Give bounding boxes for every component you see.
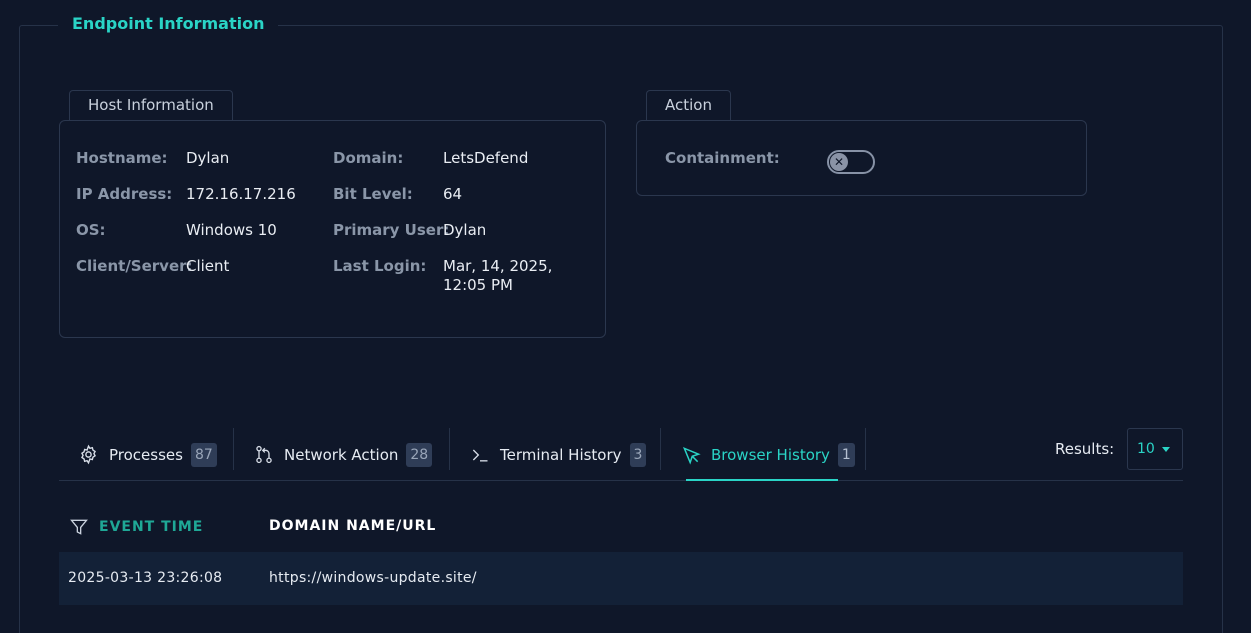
os-label: OS:: [76, 221, 106, 239]
count-badge: 3: [629, 442, 647, 467]
tab-divider: [233, 428, 234, 470]
results-per-page-select[interactable]: 10: [1127, 428, 1183, 470]
url-cell: https://windows-update.site/: [269, 570, 477, 586]
tab-label: Browser History: [711, 445, 830, 464]
results-label: Results:: [1055, 440, 1115, 458]
count-badge: 28: [406, 442, 433, 467]
results-value: 10: [1137, 441, 1155, 457]
tab-divider: [660, 428, 661, 470]
containment-label: Containment:: [665, 149, 780, 167]
tab-divider: [865, 428, 866, 470]
event-time-cell: 2025-03-13 23:26:08: [68, 570, 223, 586]
containment-toggle[interactable]: ✕: [827, 150, 875, 174]
ip-address-value: 172.16.17.216: [186, 185, 296, 203]
gear-icon: [81, 444, 96, 465]
tab-label: Processes: [109, 445, 183, 464]
action-panel: Containment: ✕: [636, 120, 1087, 196]
bit-level-label: Bit Level:: [333, 185, 413, 203]
filter-icon[interactable]: [69, 517, 89, 537]
client-server-value: Client: [186, 257, 230, 275]
table-row[interactable]: 2025-03-13 23:26:08 https://windows-upda…: [59, 552, 1183, 605]
column-label: EVENT TIME: [99, 519, 204, 535]
caret-down-icon: [1162, 447, 1170, 452]
tab-label: Network Action: [284, 445, 399, 464]
last-login-value: Mar, 14, 2025, 12:05 PM: [443, 257, 553, 294]
cursor-icon: [682, 446, 701, 465]
activity-tabs: Processes 87 Network Action 28 Terminal …: [59, 428, 1183, 481]
action-tab: Action: [646, 90, 731, 120]
domain-label: Domain:: [333, 149, 404, 167]
tab-label: Terminal History: [500, 445, 622, 464]
last-login-label: Last Login:: [333, 257, 427, 275]
ip-address-label: IP Address:: [76, 185, 173, 203]
domain-url-column-header: DOMAIN NAME/URL: [269, 518, 437, 534]
table-header: EVENT TIME DOMAIN NAME/URL: [59, 505, 1183, 547]
section-title: Endpoint Information: [58, 13, 279, 35]
hostname-label: Hostname:: [76, 149, 168, 167]
primary-user-label: Primary User:: [333, 221, 450, 239]
primary-user-value: Dylan: [443, 221, 487, 239]
tab-terminal-history[interactable]: Terminal History 3: [470, 428, 647, 481]
bit-level-value: 64: [443, 185, 463, 203]
count-badge: 1: [837, 442, 855, 467]
tab-processes[interactable]: Processes 87: [78, 428, 217, 481]
client-server-label: Client/Server:: [76, 257, 193, 275]
close-icon: ✕: [830, 153, 848, 171]
active-tab-indicator: [686, 479, 838, 481]
host-information-tab: Host Information: [69, 90, 233, 120]
tab-browser-history[interactable]: Browser History 1: [681, 428, 855, 481]
tab-network-action[interactable]: Network Action 28: [254, 428, 433, 481]
network-icon: [256, 445, 272, 464]
hostname-value: Dylan: [186, 149, 230, 167]
domain-value: LetsDefend: [443, 149, 529, 167]
os-value: Windows 10: [186, 221, 277, 239]
count-badge: 87: [190, 442, 217, 467]
terminal-icon: [472, 449, 488, 461]
tab-divider: [449, 428, 450, 470]
host-information-panel: Hostname: Dylan IP Address: 172.16.17.21…: [59, 120, 606, 338]
event-time-column-header[interactable]: EVENT TIME: [69, 517, 203, 537]
